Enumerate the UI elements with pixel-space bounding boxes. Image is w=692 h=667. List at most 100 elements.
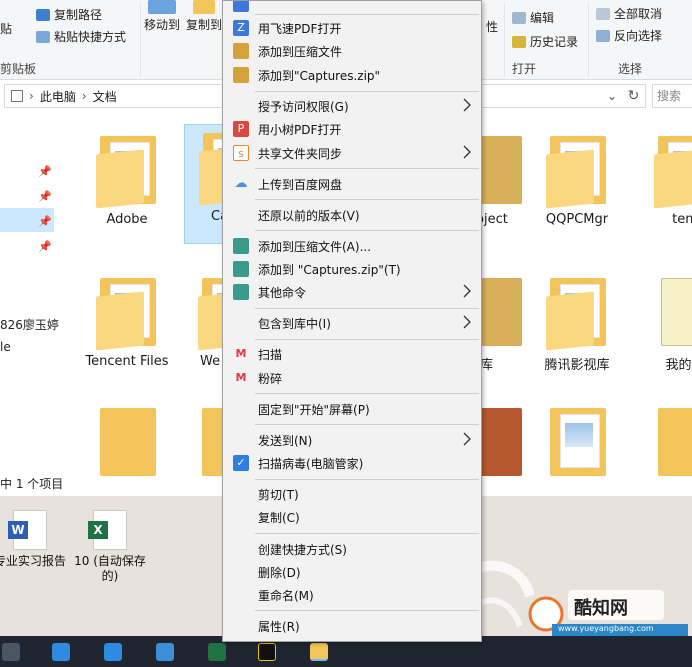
context-menu-item-partial[interactable] [223,1,481,15]
menu-item-include-in-library[interactable]: 包含到库中(I) [223,312,481,334]
folder-item[interactable] [640,400,692,480]
chevron-right-icon [463,284,471,298]
menu-item-properties[interactable]: 属性(R) [223,615,481,637]
folder-item[interactable]: Tencent Files [82,270,172,369]
folder-label: Ca [211,209,223,224]
menu-item-restore-versions[interactable]: 还原以前的版本(V) [223,204,481,226]
copy-path-icon [36,8,50,21]
menu-item-label: 扫描病毒(电脑管家) [258,456,364,471]
cloud-icon: ☁ [234,176,248,191]
history-button[interactable]: 历史记录 [512,33,578,50]
folder-item[interactable] [532,400,622,480]
media-file-icon [657,270,692,350]
menu-item-add-archive[interactable]: 添加到压缩文件 [223,40,481,62]
menu-item-label: 重命名(M) [258,588,314,603]
nav-item[interactable]: le [0,340,11,354]
file-explorer-icon[interactable] [310,643,328,661]
pin-icon[interactable]: 📌 [38,190,52,203]
search-input[interactable]: 搜索 [652,84,692,108]
invert-selection-icon [596,29,610,42]
folder-label: 我的数 [665,358,692,373]
menu-item-rename[interactable]: 重命名(M) [223,584,481,606]
archive-icon [233,43,249,59]
menu-item-virus-scan[interactable]: ✓ 扫描病毒(电脑管家) [223,452,481,474]
menu-item-scan[interactable]: M 扫描 [223,343,481,365]
pin-icon[interactable]: 📌 [38,215,52,228]
move-to-button[interactable]: 移动到 [144,0,180,33]
excel-app-icon[interactable] [208,643,226,661]
menu-separator [255,168,479,169]
menu-item-baidu-upload[interactable]: ☁ 上传到百度网盘 [223,173,481,195]
ie-browser-icon[interactable] [104,643,122,661]
menu-item-add-archive-a[interactable]: 添加到压缩文件(A)... [223,235,481,257]
folder-item[interactable]: 腾讯影视库 [532,270,622,373]
refresh-button[interactable]: ↻ [622,84,646,108]
menu-item-label: 还原以前的版本(V) [258,208,360,223]
folder-item-selected[interactable]: Ca [184,124,224,244]
folder-icon [96,400,158,480]
folder-item[interactable]: QQPCMgr [532,128,622,227]
archive-icon [233,261,249,277]
menu-item-add-captures-zip-t[interactable]: 添加到 "Captures.zip"(T) [223,258,481,280]
history-icon [512,35,526,48]
folder-item[interactable]: 我的数 [640,270,692,373]
menu-item-shred[interactable]: M 粉碎 [223,367,481,389]
menu-item-add-captures-zip[interactable]: 添加到"Captures.zip" [223,64,481,86]
breadcrumb-documents[interactable]: 文档 [93,88,117,105]
invert-selection-button[interactable]: 反向选择 [596,27,662,44]
navigation-pane: 📌 📌 📌 📌 826廖玉婷 le [0,120,59,470]
desktop-icon-label: 专业实习报告 [0,554,66,568]
paste-button[interactable]: 贴 [0,20,12,37]
menu-item-create-shortcut[interactable]: 创建快捷方式(S) [223,538,481,560]
menu-separator [255,533,479,534]
menu-item-grant-access[interactable]: 授予访问权限(G) [223,95,481,117]
menu-item-label: 创建快捷方式(S) [258,542,347,557]
folder-item[interactable]: We [184,270,224,369]
folder-icon [546,270,608,351]
qq-penguin-icon[interactable] [258,643,276,661]
folder-item[interactable] [184,400,224,480]
menu-item-pin-start[interactable]: 固定到"开始"屏幕(P) [223,398,481,420]
menu-item-send-to[interactable]: 发送到(N) [223,429,481,451]
pin-icon[interactable]: 📌 [38,240,52,253]
desktop-icon-word[interactable]: W 专业实习报告 [0,510,70,569]
menu-separator [255,14,479,15]
shred-icon: M [235,371,247,384]
ribbon-group-clipboard: 剪贴板 [0,62,37,76]
pin-icon[interactable]: 📌 [38,165,52,178]
menu-item-tree-pdf[interactable]: P 用小树PDF打开 [223,118,481,140]
status-bar-text: 中 1 个项目 [0,477,64,491]
menu-separator [255,479,479,480]
folder-item[interactable] [82,400,172,480]
menu-separator [255,199,479,200]
folder-item[interactable]: Adobe [82,128,172,227]
dropdown-chevron-icon[interactable]: ⌄ [607,89,617,103]
menu-item-other-commands[interactable]: 其他命令 [223,281,481,303]
folder-label: Adobe [106,212,148,227]
menu-item-feisu-pdf[interactable]: Z 用飞速PDF打开 [223,17,481,39]
paste-shortcut-button[interactable]: 粘贴快捷方式 [36,28,126,45]
nav-item-user[interactable]: 826廖玉婷 [0,316,59,333]
menu-item-shared-folder-sync[interactable]: s 共享文件夹同步 [223,142,481,164]
ie-browser-icon[interactable] [52,643,70,661]
archive-icon [233,67,249,83]
menu-item-delete[interactable]: 删除(D) [223,561,481,583]
copy-to-icon [193,0,215,14]
properties-button[interactable]: 性 [486,18,498,35]
select-none-button[interactable]: 全部取消 [596,5,662,22]
menu-item-copy[interactable]: 复制(C) [223,506,481,528]
edit-button[interactable]: 编辑 [512,9,554,26]
chart-app-icon[interactable] [156,643,174,661]
select-none-label: 全部取消 [614,7,663,21]
search-placeholder: 搜索 [657,89,682,103]
copy-path-button[interactable]: 复制路径 [36,6,102,23]
folder-item[interactable]: tem [640,128,692,227]
breadcrumb-this-pc[interactable]: 此电脑 [40,88,76,105]
ribbon-separator [504,4,505,76]
settings-gear-icon[interactable] [2,643,20,661]
folder-label: We [200,354,221,369]
menu-item-cut[interactable]: 剪切(T) [223,483,481,505]
invert-selection-label: 反向选择 [614,29,663,43]
copy-to-button[interactable]: 复制到 [186,0,222,33]
desktop-icon-excel[interactable]: X 10 (自动保存的) [70,510,150,584]
